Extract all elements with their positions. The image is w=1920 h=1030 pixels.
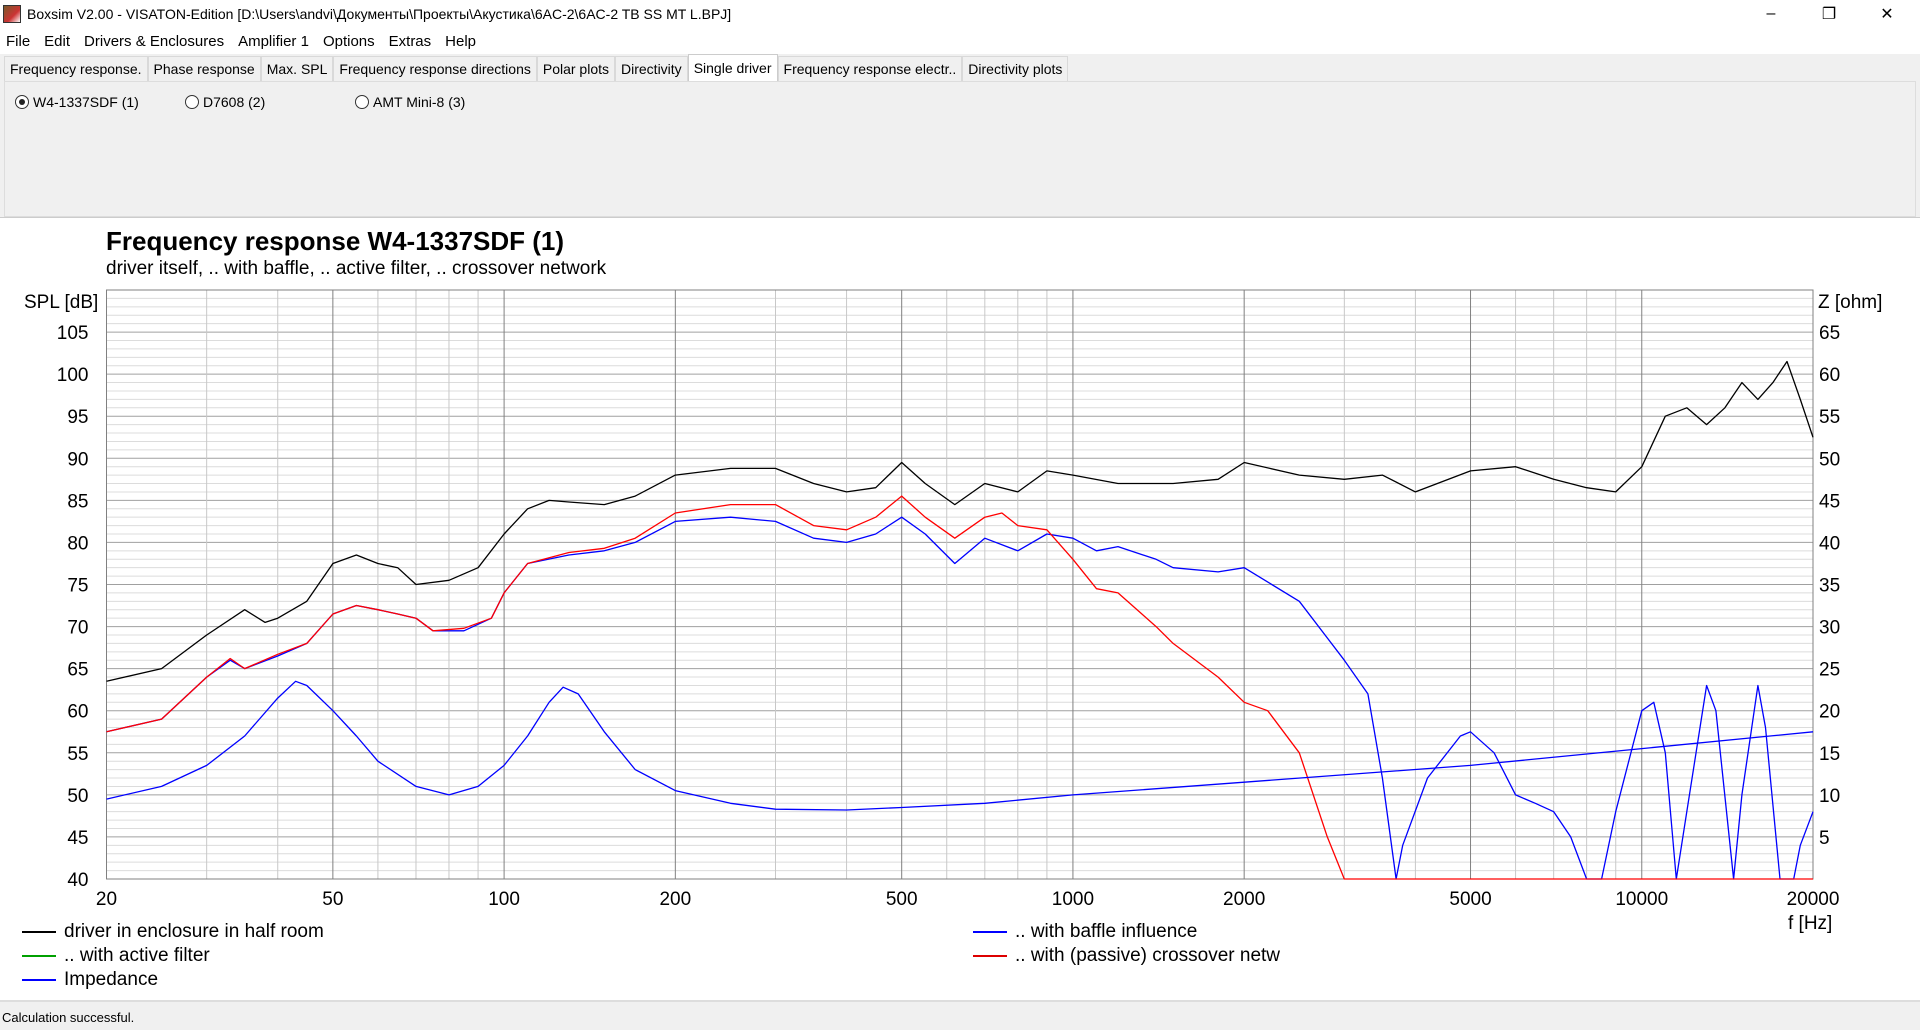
x-axis-label: f [Hz] [1788,913,1832,934]
legend-label: .. with active filter [64,945,210,966]
y-tick-label: 90 [67,449,88,470]
y2-tick-label: 30 [1819,618,1840,639]
legend-swatch [22,955,56,957]
legend-swatch [973,931,1007,933]
legend-swatch [973,955,1007,957]
legend-label: .. with baffle influence [1015,921,1198,942]
x-tick-label: 10000 [1615,889,1668,910]
x-tick-label: 100 [488,889,520,910]
series-driver-in-enclosure-in-half-room [106,360,1814,682]
legend-label: driver in enclosure in half room [64,921,324,942]
x-tick-label: 500 [886,889,918,910]
status-bar-text: Calculation successful. [2,1010,135,1025]
y2-tick-label: 20 [1819,702,1840,723]
legend-label: .. with (passive) crossover netw [1015,945,1281,966]
legend-label: Impedance [64,969,159,990]
y-tick-label: 95 [67,407,88,428]
y-tick-label: 85 [67,491,88,512]
x-tick-label: 50 [322,889,343,910]
y2-tick-label: 60 [1819,365,1840,386]
y2-tick-label: 50 [1819,449,1840,470]
x-tick-label: 20 [96,889,117,910]
y-tick-label: 55 [67,744,88,765]
y2-tick-label: 10 [1819,786,1840,807]
legend-swatch [22,979,56,981]
y-tick-label: 105 [57,323,89,344]
y2-tick-label: 5 [1819,828,1830,849]
y2-tick-label: 25 [1819,660,1840,681]
y2-axis-label: Z [ohm] [1818,292,1882,313]
y-tick-label: 80 [67,533,88,554]
x-tick-label: 20000 [1787,889,1840,910]
y-tick-label: 70 [67,618,88,639]
y2-tick-label: 55 [1819,407,1840,428]
y-tick-label: 60 [67,702,88,723]
series--with-passive-crossover-netw [106,495,1813,880]
y2-tick-label: 35 [1819,576,1840,597]
y2-tick-label: 45 [1819,491,1840,512]
y-tick-label: 45 [67,828,88,849]
y-tick-label: 100 [57,365,89,386]
y-axis-label: SPL [dB] [24,292,98,313]
y-tick-label: 50 [67,786,88,807]
x-tick-label: 2000 [1223,889,1265,910]
y2-tick-label: 40 [1819,533,1840,554]
legend-item-baffle: .. with baffle influence [973,921,1197,943]
y-tick-label: 65 [67,660,88,681]
y2-tick-label: 15 [1819,744,1840,765]
x-tick-label: 5000 [1449,889,1491,910]
y2-tick-label: 65 [1819,323,1840,344]
frequency-response-chart: 40 45 50 55 60 65 70 75 80 85 90 95 100 105 5 10 15 20 25 3… [24,289,1882,934]
series-impedance [106,680,1814,811]
y-tick-label: 40 [67,870,88,891]
x-tick-label: 200 [659,889,691,910]
legend-item-active-filter: .. with active filter [22,945,210,967]
legend-swatch [22,931,56,933]
series--with-baffle-influence [106,516,1814,880]
x-tick-label: 1000 [1052,889,1094,910]
legend-item-driver: driver in enclosure in half room [22,921,324,943]
y-tick-label: 75 [67,576,88,597]
legend-item-crossover: .. with (passive) crossover netw [973,945,1280,967]
legend-item-impedance: Impedance [22,969,158,991]
